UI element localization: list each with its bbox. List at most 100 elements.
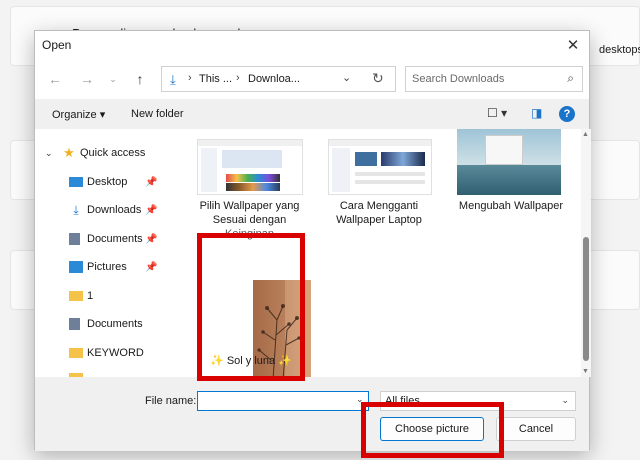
search-icon[interactable]: ⌕ — [567, 71, 574, 86]
sidebar-item-downloads[interactable]: ⤓ Downloads 📌 — [35, 199, 167, 221]
file-name-line: Wallpaper Laptop — [336, 214, 422, 226]
dialog-titlebar: Open ✕ — [35, 31, 589, 59]
sidebar-item-documents[interactable]: Documents 📌 — [35, 228, 167, 250]
thumb-line — [355, 180, 425, 184]
file-item[interactable]: Mengubah Wallpaper — [451, 129, 571, 249]
thumb-block — [381, 152, 425, 166]
file-name: Cara Mengganti Wallpaper Laptop — [319, 199, 439, 227]
back-button[interactable]: ← — [45, 69, 65, 89]
recent-locations-button[interactable]: ⌄ — [103, 69, 123, 89]
file-thumbnail — [457, 129, 561, 195]
thumb-side — [332, 148, 350, 192]
help-icon[interactable]: ? — [559, 106, 575, 122]
close-button[interactable]: ✕ — [561, 33, 585, 57]
refresh-icon[interactable]: ↻ — [372, 70, 384, 87]
organize-button[interactable]: Organize ▾ — [52, 108, 105, 121]
pin-icon: 📌 — [145, 176, 158, 188]
breadcrumb-this-pc[interactable]: This ... — [199, 73, 232, 85]
chevron-down-icon[interactable]: ⌄ — [342, 71, 351, 84]
scroll-up-icon[interactable]: ▲ — [582, 131, 589, 138]
file-item[interactable]: Pilih Wallpaper yang Sesuai dengan Keing… — [192, 129, 307, 249]
download-icon: ⤓ — [73, 202, 79, 217]
sidebar-item-keyword[interactable]: KEYWORD — [35, 342, 167, 364]
star-icon: ★ — [63, 145, 75, 160]
file-name-line: Pilih Wallpaper yang — [199, 200, 300, 212]
forward-button[interactable]: → — [77, 69, 97, 89]
view-options-icon[interactable]: ☐ ▾ — [487, 106, 507, 120]
thumb-bar — [329, 140, 431, 146]
sidebar-item-label: Pictures — [87, 261, 127, 273]
folder-icon — [69, 291, 83, 301]
file-thumbnail — [328, 139, 432, 195]
file-name-line: Mengubah Wallpaper — [458, 200, 564, 212]
new-folder-button[interactable]: New folder — [131, 108, 184, 120]
sidebar-item-label: KEYWORD — [87, 347, 144, 359]
pictures-icon — [69, 261, 83, 273]
thumb-colors — [226, 174, 280, 182]
breadcrumb-downloads[interactable]: Downloa... — [248, 73, 300, 85]
pin-icon: 📌 — [145, 261, 158, 273]
thumb-window — [485, 135, 523, 165]
cancel-button[interactable]: Cancel — [496, 417, 576, 441]
search-input[interactable] — [412, 71, 552, 87]
navigation-pane: ⌄ ★ Quick access Desktop 📌 ⤓ Downloads 📌… — [35, 129, 167, 377]
address-bar[interactable]: ⤓ › This ... › Downloa... ⌄ ↻ — [161, 66, 396, 92]
chevron-right-icon: › — [236, 72, 240, 84]
organize-label: Organize — [52, 109, 97, 121]
dialog-footer: File name: ⌄ All files ⌄ Choose picture … — [35, 377, 589, 451]
file-name-line: Sesuai dengan — [212, 214, 287, 226]
highlight-box-button — [361, 402, 504, 458]
thumb-bar — [198, 140, 302, 146]
dialog-toolbar: Organize ▾ New folder ☐ ▾ ◨ ? — [35, 99, 589, 129]
thumb-water — [457, 165, 561, 195]
file-name-input[interactable] — [197, 391, 369, 411]
chevron-down-icon: ⌄ — [109, 73, 117, 84]
sidebar-item-label: Documents — [87, 233, 143, 245]
thumb-block — [355, 152, 377, 166]
sidebar-item-label: Downloads — [87, 204, 142, 216]
thumb-side — [201, 148, 217, 192]
arrow-left-icon: ← — [48, 71, 62, 87]
open-dialog: Open ✕ ← → ⌄ ↑ ⤓ › This ... › Downloa...… — [34, 30, 591, 451]
background-desc: desktops. — [599, 44, 640, 56]
documents-icon — [69, 318, 80, 330]
up-button[interactable]: ↑ — [130, 69, 150, 89]
sidebar-item-label: 1 — [87, 290, 94, 302]
close-icon: ✕ — [566, 37, 580, 54]
file-item[interactable]: Cara Mengganti Wallpaper Laptop — [319, 129, 439, 249]
search-box[interactable]: ⌕ — [405, 66, 583, 92]
preview-pane-icon[interactable]: ◨ — [531, 106, 542, 120]
sidebar-item-label: Desktop — [87, 176, 128, 188]
sidebar-item-quick-access[interactable]: ⌄ ★ Quick access — [35, 142, 167, 164]
scrollbar-thumb[interactable] — [583, 237, 589, 361]
vertical-scrollbar[interactable]: ▲ ▼ — [581, 129, 591, 377]
documents-icon — [69, 233, 80, 245]
download-icon: ⤓ — [170, 72, 176, 87]
thumb-colors — [226, 183, 280, 191]
file-name: Mengubah Wallpaper — [451, 199, 571, 213]
arrow-up-icon: ↑ — [136, 71, 144, 87]
folder-icon — [69, 348, 83, 358]
sidebar-item-label: Quick access — [80, 147, 146, 159]
highlight-box-file — [197, 233, 305, 381]
pin-icon: 📌 — [145, 204, 158, 216]
chevron-right-icon: › — [188, 72, 192, 84]
file-name-label: File name: — [145, 395, 197, 407]
sidebar-item-label: Documents — [87, 318, 143, 330]
thumb-block — [222, 150, 282, 168]
sidebar-item-documents-2[interactable]: Documents — [35, 313, 167, 335]
dialog-title: Open — [42, 38, 72, 52]
sidebar-item-pictures[interactable]: Pictures 📌 — [35, 256, 167, 278]
file-name-line: Cara Mengganti — [339, 200, 419, 212]
desktop-icon — [69, 177, 83, 187]
scroll-down-icon[interactable]: ▼ — [582, 368, 589, 375]
thumb-line — [355, 172, 425, 176]
file-thumbnail — [197, 139, 303, 195]
sidebar-item-folder-1[interactable]: 1 — [35, 285, 167, 307]
chevron-down-icon[interactable]: ⌄ — [45, 148, 53, 159]
navigation-bar: ← → ⌄ ↑ ⤓ › This ... › Downloa... ⌄ ↻ ⌕ — [35, 59, 589, 99]
sidebar-item-desktop[interactable]: Desktop 📌 — [35, 171, 167, 193]
arrow-right-icon: → — [80, 71, 94, 87]
sidebar-item-folder-partial[interactable] — [35, 367, 167, 377]
pin-icon: 📌 — [145, 233, 158, 245]
